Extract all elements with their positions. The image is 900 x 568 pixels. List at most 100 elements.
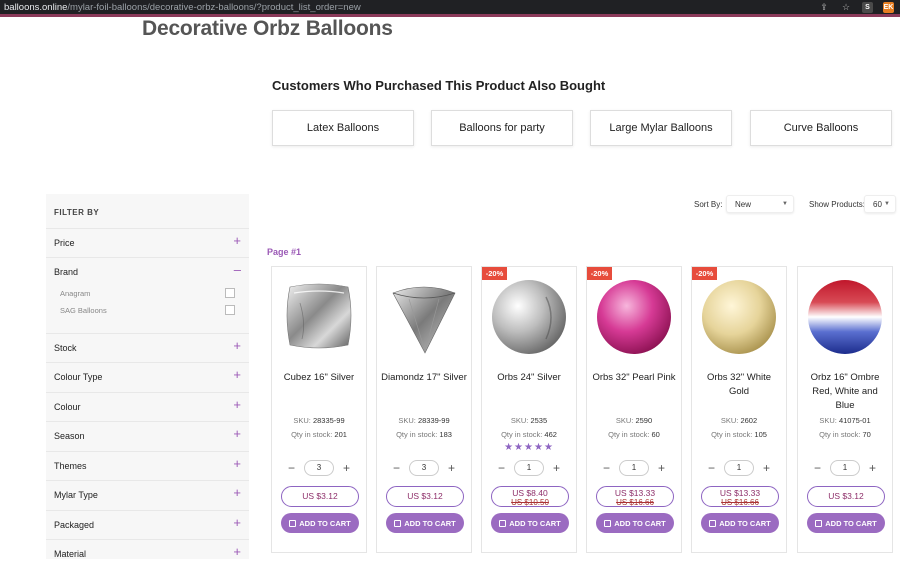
- plus-icon[interactable]: +: [233, 427, 241, 441]
- quantity-input[interactable]: 3: [409, 460, 439, 476]
- product-image-cube[interactable]: [280, 273, 358, 357]
- product-card[interactable]: -20% Orbs 32" White Gold SKU: 2602 Qty i…: [691, 266, 787, 553]
- increase-quantity-button[interactable]: +: [553, 460, 560, 476]
- star-icon[interactable]: ☆: [840, 1, 852, 13]
- increase-quantity-button[interactable]: +: [343, 460, 350, 476]
- url-text[interactable]: balloons.online/mylar-foil-balloons/deco…: [4, 2, 361, 13]
- add-to-cart-button[interactable]: ADD TO CART: [386, 513, 464, 533]
- product-name[interactable]: Orbs 24" Silver: [486, 371, 572, 385]
- also-bought-title: Customers Who Purchased This Product Als…: [272, 78, 606, 93]
- decrease-quantity-button[interactable]: −: [708, 460, 715, 476]
- decrease-quantity-button[interactable]: −: [393, 460, 400, 476]
- plus-icon[interactable]: +: [233, 457, 241, 471]
- filter-mylar-type[interactable]: Mylar Type +: [46, 480, 249, 509]
- old-price: US $16.66: [721, 498, 759, 507]
- plus-icon[interactable]: +: [233, 486, 241, 500]
- filter-material[interactable]: Material +: [46, 539, 249, 568]
- product-image-pink-orb[interactable]: [595, 273, 673, 357]
- product-image-ombre-orb[interactable]: [806, 273, 884, 357]
- plus-icon[interactable]: +: [233, 234, 241, 248]
- plus-icon[interactable]: +: [233, 398, 241, 412]
- related-category-curve[interactable]: Curve Balloons: [750, 110, 892, 146]
- add-to-cart-button[interactable]: ADD TO CART: [701, 513, 779, 533]
- increase-quantity-button[interactable]: +: [869, 460, 876, 476]
- extension-ek-icon[interactable]: EK: [883, 1, 894, 13]
- show-products-select[interactable]: 60 ▼: [864, 195, 896, 213]
- product-name[interactable]: Orbs 32" Pearl Pink: [591, 371, 677, 385]
- add-to-cart-label: ADD TO CART: [299, 518, 351, 528]
- add-to-cart-label: ADD TO CART: [719, 518, 771, 528]
- quantity-input[interactable]: 1: [724, 460, 754, 476]
- stock-label: Qty in stock:: [501, 430, 543, 439]
- add-to-cart-button[interactable]: ADD TO CART: [281, 513, 359, 533]
- plus-icon[interactable]: +: [233, 339, 241, 353]
- product-sku: SKU: 28339-99: [377, 416, 471, 425]
- plus-icon[interactable]: +: [233, 516, 241, 530]
- filter-stock[interactable]: Stock +: [46, 333, 249, 362]
- product-price: US $3.12: [281, 486, 359, 507]
- filter-brand[interactable]: Brand – Anagram SAG Balloons: [46, 257, 249, 325]
- related-category-party[interactable]: Balloons for party: [431, 110, 573, 146]
- decrease-quantity-button[interactable]: −: [814, 460, 821, 476]
- related-category-large-mylar[interactable]: Large Mylar Balloons: [590, 110, 732, 146]
- brand-checkbox-sag[interactable]: [225, 305, 235, 315]
- product-card[interactable]: Orbz 16" Ombre Red, White and Blue SKU: …: [797, 266, 893, 553]
- filter-colour-type[interactable]: Colour Type +: [46, 362, 249, 391]
- product-stock: Qty in stock: 70: [798, 430, 892, 439]
- decrease-quantity-button[interactable]: −: [288, 460, 295, 476]
- product-card[interactable]: -20% Orbs 24" Silver SKU: 2535 Qty in st…: [481, 266, 577, 553]
- product-name[interactable]: Cubez 16" Silver: [276, 371, 362, 385]
- filter-season[interactable]: Season +: [46, 421, 249, 450]
- filter-label: Mylar Type: [54, 490, 98, 500]
- product-card[interactable]: Diamondz 17" Silver SKU: 28339-99 Qty in…: [376, 266, 472, 553]
- increase-quantity-button[interactable]: +: [763, 460, 770, 476]
- browser-address-bar[interactable]: balloons.online/mylar-foil-balloons/deco…: [0, 0, 900, 14]
- quantity-stepper[interactable]: − 3 +: [381, 460, 467, 476]
- add-to-cart-button[interactable]: ADD TO CART: [491, 513, 569, 533]
- sort-select[interactable]: New ▼: [726, 195, 794, 213]
- quantity-stepper[interactable]: − 1 +: [591, 460, 677, 476]
- related-category-latex[interactable]: Latex Balloons: [272, 110, 414, 146]
- quantity-stepper[interactable]: − 1 +: [696, 460, 782, 476]
- product-name[interactable]: Orbs 32" White Gold: [696, 371, 782, 399]
- add-to-cart-button[interactable]: ADD TO CART: [596, 513, 674, 533]
- product-card[interactable]: -20% Orbs 32" Pearl Pink SKU: 2590 Qty i…: [586, 266, 682, 553]
- filter-packaged[interactable]: Packaged +: [46, 510, 249, 539]
- increase-quantity-button[interactable]: +: [658, 460, 665, 476]
- sort-label: Sort By:: [694, 200, 723, 209]
- filter-themes[interactable]: Themes +: [46, 451, 249, 480]
- decrease-quantity-button[interactable]: −: [603, 460, 610, 476]
- stock-value: 60: [651, 430, 660, 439]
- share-icon[interactable]: ⇪: [818, 1, 830, 13]
- product-image-diamond[interactable]: [385, 273, 463, 357]
- quantity-stepper[interactable]: − 1 +: [486, 460, 572, 476]
- sku-label: SKU:: [293, 416, 311, 425]
- quantity-stepper[interactable]: − 3 +: [276, 460, 362, 476]
- add-to-cart-button[interactable]: ADD TO CART: [807, 513, 885, 533]
- quantity-input[interactable]: 1: [619, 460, 649, 476]
- increase-quantity-button[interactable]: +: [448, 460, 455, 476]
- product-name[interactable]: Orbz 16" Ombre Red, White and Blue: [802, 371, 888, 413]
- quantity-input[interactable]: 1: [514, 460, 544, 476]
- chevron-down-icon: ▼: [884, 201, 890, 207]
- filter-price[interactable]: Price +: [46, 228, 249, 257]
- old-price: US $16.66: [616, 498, 654, 507]
- brand-checkbox-anagram[interactable]: [225, 288, 235, 298]
- stock-label: Qty in stock:: [608, 430, 650, 439]
- plus-icon[interactable]: +: [233, 368, 241, 382]
- quantity-stepper[interactable]: − 1 +: [802, 460, 888, 476]
- plus-icon[interactable]: +: [233, 545, 241, 559]
- decrease-quantity-button[interactable]: −: [498, 460, 505, 476]
- filter-colour[interactable]: Colour +: [46, 392, 249, 421]
- filter-title: FILTER BY: [54, 208, 100, 217]
- product-card[interactable]: Cubez 16" Silver SKU: 28335-99 Qty in st…: [271, 266, 367, 553]
- product-image-gold-orb[interactable]: [700, 273, 778, 357]
- quantity-input[interactable]: 1: [830, 460, 860, 476]
- product-name[interactable]: Diamondz 17" Silver: [381, 371, 467, 385]
- extension-s-icon[interactable]: S: [862, 1, 873, 13]
- quantity-input[interactable]: 3: [304, 460, 334, 476]
- stock-label: Qty in stock:: [711, 430, 753, 439]
- product-image-silver-orb[interactable]: [490, 273, 568, 357]
- product-price: US $13.33 US $16.66: [596, 486, 674, 507]
- minus-icon[interactable]: –: [234, 263, 241, 277]
